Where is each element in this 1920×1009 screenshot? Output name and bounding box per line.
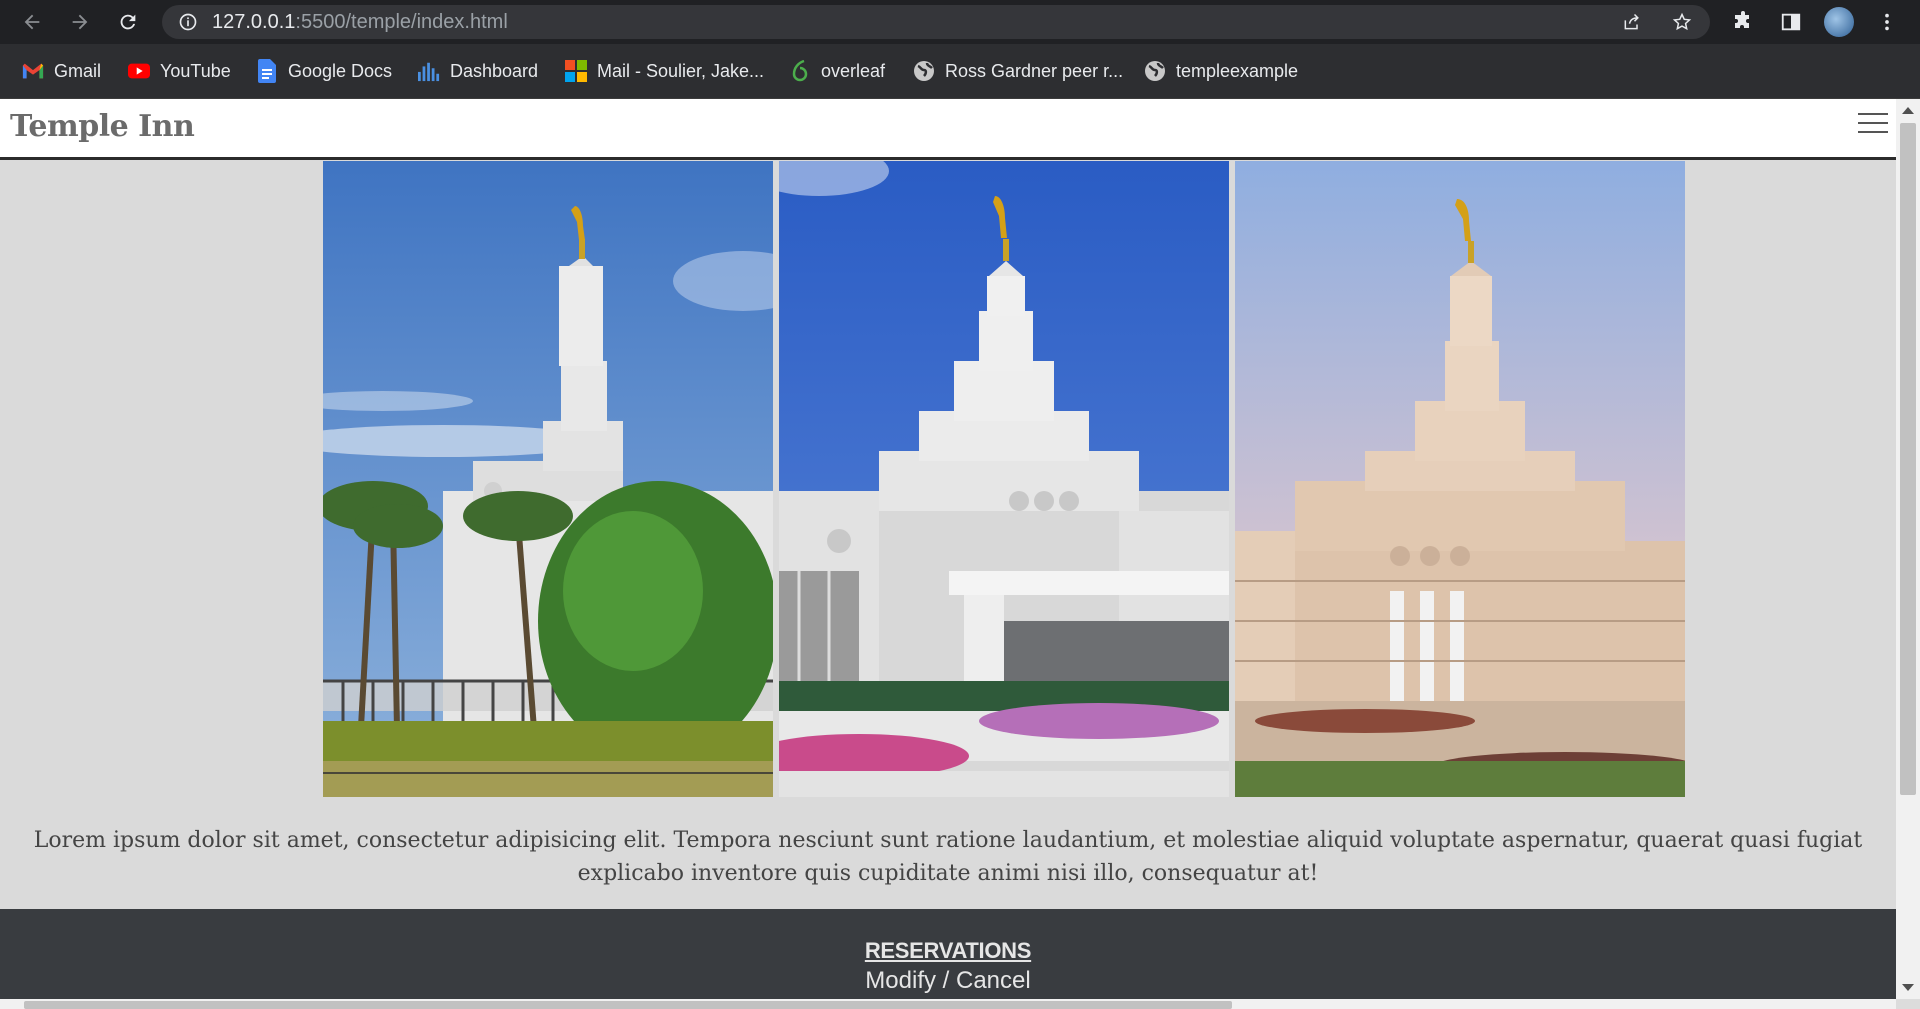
url-text[interactable]: 127.0.0.1:5500/temple/index.html: [212, 12, 508, 32]
dashboard-icon: [418, 60, 440, 82]
bookmark-templeexample[interactable]: templeexample: [1144, 58, 1298, 84]
forward-button[interactable]: [66, 8, 94, 36]
scroll-up-arrow-icon[interactable]: [1902, 107, 1914, 114]
modify-cancel-link[interactable]: Modify / Cancel: [0, 967, 1896, 995]
site-header: Temple Inn: [0, 99, 1896, 160]
site-info-icon[interactable]: [178, 12, 198, 32]
bookmark-youtube[interactable]: YouTube: [128, 58, 231, 84]
docs-icon: [256, 59, 278, 83]
globe-icon: [913, 60, 935, 82]
url-host: 127.0.0.1: [212, 11, 296, 33]
bookmarks-bar: Gmail YouTube Google Docs Dashboard Mail…: [0, 44, 1920, 99]
bookmark-mail[interactable]: Mail - Soulier, Jake...: [565, 58, 764, 84]
address-bar[interactable]: 127.0.0.1:5500/temple/index.html: [162, 5, 1710, 39]
microsoft-icon: [565, 60, 587, 82]
vertical-scroll-thumb[interactable]: [1900, 123, 1916, 795]
menu-kebab-icon[interactable]: [1874, 9, 1900, 35]
horizontal-scroll-thumb[interactable]: [24, 1001, 1232, 1009]
overleaf-icon: [789, 60, 811, 82]
back-button[interactable]: [18, 8, 46, 36]
bookmark-gmail[interactable]: Gmail: [22, 58, 101, 84]
youtube-icon: [128, 60, 150, 82]
bookmark-label: Dashboard: [450, 60, 539, 81]
scrollbar-corner: [1896, 999, 1920, 1009]
back-arrow-icon: [24, 14, 40, 30]
browser-toolbar: 127.0.0.1:5500/temple/index.html: [0, 0, 1920, 44]
share-icon[interactable]: [1622, 12, 1642, 32]
bookmark-dashboard[interactable]: Dashboard: [418, 58, 538, 84]
bookmark-label: Ross Gardner peer r...: [945, 60, 1124, 81]
reload-button[interactable]: [114, 8, 142, 36]
page-viewport: Temple Inn Lorem ipsum dolor sit amet, c…: [0, 99, 1896, 999]
side-panel-icon[interactable]: [1778, 9, 1804, 35]
temple-photo-1: [323, 161, 773, 797]
intro-paragraph: Lorem ipsum dolor sit amet, consectetur …: [33, 828, 1863, 886]
site-title[interactable]: Temple Inn: [10, 109, 195, 144]
bookmark-label: Google Docs: [288, 60, 393, 81]
hamburger-menu-icon[interactable]: [1858, 113, 1888, 135]
bookmark-label: Gmail: [54, 60, 102, 81]
bookmark-label: overleaf: [821, 60, 886, 81]
extensions-icon[interactable]: [1730, 9, 1756, 35]
gmail-icon: [22, 60, 44, 82]
globe-icon: [1144, 60, 1166, 82]
bookmark-label: Mail - Soulier, Jake...: [597, 60, 765, 81]
bookmark-label: YouTube: [160, 60, 231, 81]
scroll-down-arrow-icon[interactable]: [1902, 984, 1914, 991]
photo-gallery: [323, 161, 1685, 797]
bookmark-google-docs[interactable]: Google Docs: [256, 58, 392, 84]
bookmark-overleaf[interactable]: overleaf: [789, 58, 885, 84]
temple-photo-3: [1235, 161, 1685, 797]
temple-photo-2: [779, 161, 1229, 797]
reservations-link[interactable]: RESERVATIONS: [0, 938, 1896, 964]
reload-icon: [120, 14, 136, 30]
horizontal-scrollbar[interactable]: [0, 999, 1896, 1009]
forward-arrow-icon: [72, 14, 88, 30]
bookmark-star-icon[interactable]: [1672, 12, 1692, 32]
bookmark-label: templeexample: [1176, 60, 1299, 81]
profile-avatar[interactable]: [1824, 7, 1854, 37]
url-path: :5500/temple/index.html: [295, 11, 508, 33]
bookmark-ross-gardner[interactable]: Ross Gardner peer r...: [913, 58, 1123, 84]
site-footer: RESERVATIONS Modify / Cancel: [0, 909, 1896, 999]
vertical-scrollbar[interactable]: [1896, 99, 1920, 999]
